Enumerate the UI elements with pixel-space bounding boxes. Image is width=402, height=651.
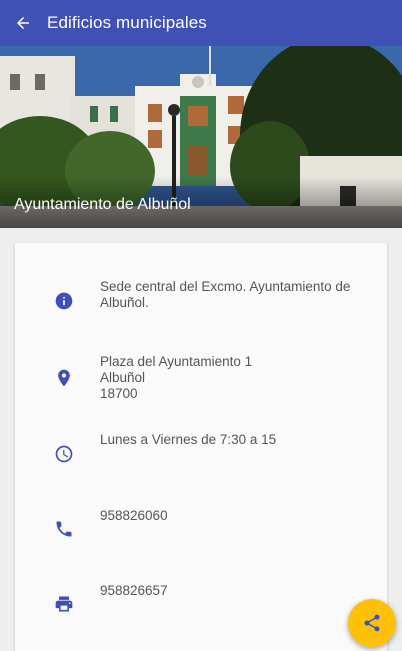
app-bar: Edificios municipales (0, 0, 402, 46)
address-line-street: Plaza del Ayuntamiento 1 (100, 354, 253, 369)
address-line-town: Albuñol (100, 370, 146, 385)
info-icon (54, 291, 74, 311)
share-button[interactable] (348, 599, 396, 647)
description-text: Sede central del Excmo. Ayuntamiento de … (100, 279, 351, 310)
address-text: Plaza del Ayuntamiento 1 Albuñol 18700 (100, 354, 367, 402)
phone-number[interactable]: 958826060 (100, 508, 367, 524)
back-button[interactable] (0, 0, 46, 46)
clock-icon (54, 444, 74, 464)
page-title: Edificios municipales (47, 13, 207, 32)
location-pin-icon (54, 368, 74, 388)
arrow-back-icon (17, 17, 29, 29)
building-name: Ayuntamiento de Albuñol (14, 196, 191, 213)
fax-number: 958826657 (100, 583, 168, 598)
details-card: Sede central del Excmo. Ayuntamiento de … (15, 243, 387, 651)
share-icon (364, 614, 380, 632)
hero-image: Ayuntamiento de Albuñol (0, 46, 402, 228)
hours-text: Lunes a Viernes de 7:30 a 15 (100, 432, 277, 447)
address-line-postcode: 18700 (100, 386, 138, 401)
printer-icon (54, 594, 74, 614)
phone-icon (54, 519, 74, 539)
